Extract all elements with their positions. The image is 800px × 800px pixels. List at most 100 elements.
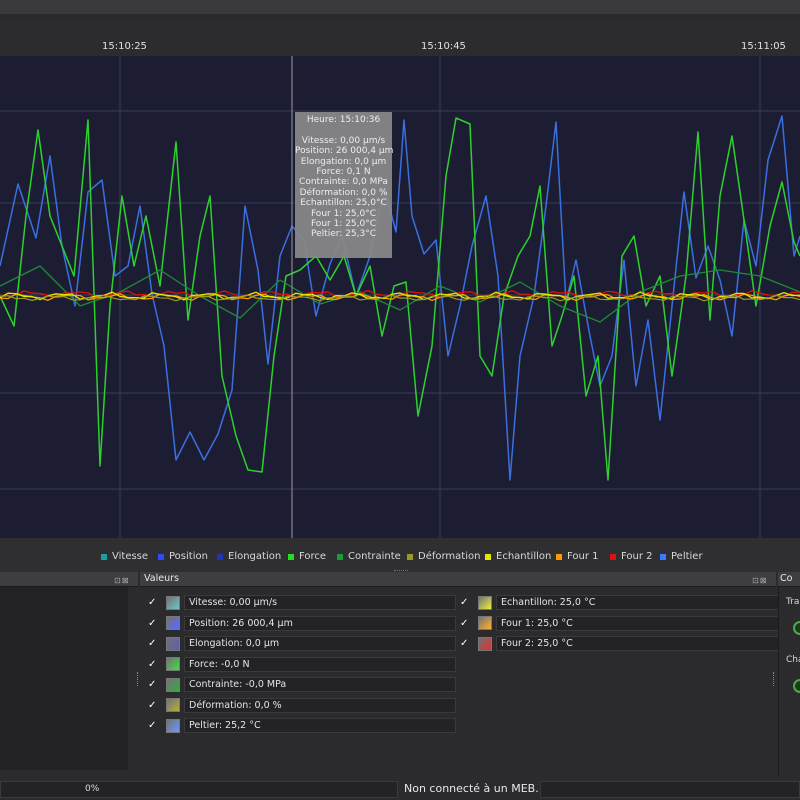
tooltip-line: Vitesse: 0,00 µm/s: [301, 135, 386, 146]
legend-item[interactable]: Vitesse: [101, 551, 148, 562]
value-readout: Position: 26 000,4 µm: [184, 615, 456, 631]
bottom-panels: ⊡⊠ Valeurs ⊡⊠ ✓ Vitesse: 0,00 µm/s ✓ Positi…: [0, 572, 800, 780]
legend-item[interactable]: Force: [288, 551, 326, 562]
legend-item[interactable]: Contrainte: [337, 551, 401, 562]
legend-label: Vitesse: [112, 551, 149, 562]
value-row: ✓ Four 1: 25,0 °C: [460, 615, 784, 632]
value-row: ✓ Vitesse: 0,00 µm/s: [148, 594, 456, 611]
legend-item[interactable]: Four 1: [556, 551, 599, 562]
color-swatch[interactable]: [478, 595, 492, 610]
legend-swatch: [158, 553, 164, 560]
value-row: ✓ Elongation: 0,0 µm: [148, 635, 456, 652]
time-axis: 15:10:25 15:10:45 15:11:05: [0, 22, 800, 57]
value-row: ✓ Echantillon: 25,0 °C: [460, 594, 784, 611]
value-readout: Peltier: 25,2 °C: [184, 718, 456, 733]
value-row: ✓ Contrainte: -0,0 MPa: [148, 676, 456, 693]
checkbox-check-icon[interactable]: ✓: [148, 638, 160, 649]
legend-item[interactable]: Elongation: [217, 551, 281, 562]
value-readout: Four 2: 25,0 °C: [496, 636, 784, 651]
legend-label: Four 2: [621, 551, 653, 562]
tooltip-line: Contrainte: 0,0 MPa: [299, 177, 388, 188]
plot-canvas: [0, 56, 800, 538]
legend-item[interactable]: Four 2: [610, 551, 653, 562]
window-top-bar: [0, 0, 800, 15]
legend-item[interactable]: Déformation: [407, 551, 480, 562]
value-readout: Déformation: 0,0 %: [184, 697, 456, 713]
legend-label: Peltier: [671, 551, 703, 562]
legend-item[interactable]: Position: [158, 551, 208, 562]
tooltip-line: Déformation: 0,0 %: [299, 187, 388, 198]
status-field: [540, 781, 800, 798]
color-swatch[interactable]: [166, 636, 180, 651]
legend-item[interactable]: Peltier: [660, 551, 703, 562]
values-panel: ✓ Vitesse: 0,00 µm/s ✓ Position: 26 000,4 µ…: [140, 587, 784, 777]
toggle-switch[interactable]: [793, 621, 800, 635]
legend-swatch: [485, 553, 491, 560]
legend-item[interactable]: Echantillon: [485, 551, 551, 562]
checkbox-check-icon[interactable]: ✓: [460, 618, 472, 629]
checkbox-check-icon[interactable]: ✓: [460, 597, 472, 608]
color-swatch[interactable]: [478, 616, 492, 630]
value-readout: Elongation: 0,0 µm: [184, 636, 456, 651]
tooltip-line: Four 1: 25,0°C: [310, 219, 377, 230]
legend-swatch: [217, 553, 223, 560]
right-panel-label: Tra: [786, 597, 800, 607]
legend-label: Elongation: [228, 551, 282, 562]
color-swatch[interactable]: [166, 677, 180, 692]
panel-splitter[interactable]: [773, 672, 777, 686]
value-row: ✓ Déformation: 0,0 %: [148, 697, 456, 714]
color-swatch[interactable]: [478, 636, 492, 651]
left-panel-header: ⊡⊠: [0, 572, 138, 587]
tooltip-line: Peltier: 25,3°C: [311, 229, 376, 240]
right-panel-label: Cha: [786, 655, 800, 665]
legend-swatch: [337, 553, 343, 560]
right-panel-title: Co: [780, 573, 793, 584]
checkbox-check-icon[interactable]: ✓: [148, 720, 160, 731]
panel-splitter[interactable]: [137, 672, 141, 686]
cursor-tooltip: Heure: 15:10:36 Vitesse: 0,00 µm/s Positi…: [295, 112, 394, 258]
panel-float-close-icon[interactable]: ⊡⊠: [114, 574, 129, 588]
legend-swatch: [101, 553, 107, 560]
color-swatch[interactable]: [166, 616, 180, 630]
value-readout: Four 1: 25,0 °C: [496, 615, 784, 631]
right-panel: Tra Cha: [778, 587, 800, 777]
value-row: ✓ Force: -0,0 N: [148, 656, 456, 673]
values-panel-title: Valeurs: [144, 573, 179, 584]
checkbox-check-icon[interactable]: ✓: [148, 618, 160, 629]
color-swatch[interactable]: [166, 698, 180, 712]
realtime-plot[interactable]: [0, 56, 800, 538]
checkbox-check-icon[interactable]: ✓: [460, 638, 472, 649]
color-swatch[interactable]: [166, 595, 180, 610]
tooltip-line: Elongation: 0,0 µm: [300, 156, 387, 167]
tooltip-line: [295, 125, 392, 135]
progress-bar: 0%: [0, 781, 398, 798]
value-readout: Contrainte: -0,0 MPa: [184, 677, 456, 692]
progress-text: 0%: [85, 784, 100, 794]
checkbox-check-icon[interactable]: ✓: [148, 679, 160, 690]
left-panel-body: [0, 587, 128, 770]
checkbox-check-icon[interactable]: ✓: [148, 659, 160, 670]
value-readout: Force: -0,0 N: [184, 656, 456, 672]
tooltip-line: Position: 26 000,4 µm: [295, 146, 394, 157]
time-tick: 15:10:45: [421, 41, 466, 52]
legend-swatch: [556, 553, 562, 560]
legend-bar: Vitesse Position Elongation Force Contrainte…: [0, 538, 800, 572]
legend-label: Echantillon: [496, 551, 552, 562]
time-tick: 15:11:05: [741, 41, 786, 52]
checkbox-check-icon[interactable]: ✓: [148, 700, 160, 711]
value-row: ✓ Position: 26 000,4 µm: [148, 615, 456, 632]
legend-label: Position: [169, 551, 208, 562]
time-tick: 15:10:25: [102, 41, 147, 52]
toggle-switch[interactable]: [793, 679, 800, 693]
tooltip-line: Heure: 15:10:36: [306, 115, 381, 125]
panel-float-close-icon[interactable]: ⊡⊠: [752, 574, 767, 588]
legend-swatch: [288, 553, 294, 560]
value-row: ✓ Four 2: 25,0 °C: [460, 635, 784, 652]
legend-label: Force: [299, 551, 327, 562]
color-swatch[interactable]: [166, 718, 180, 733]
right-panel-header: Co: [778, 572, 800, 587]
color-swatch[interactable]: [166, 657, 180, 671]
legend-label: Déformation: [418, 551, 481, 562]
checkbox-check-icon[interactable]: ✓: [148, 597, 160, 608]
tooltip-line: Force: 0,1 N: [316, 167, 371, 178]
